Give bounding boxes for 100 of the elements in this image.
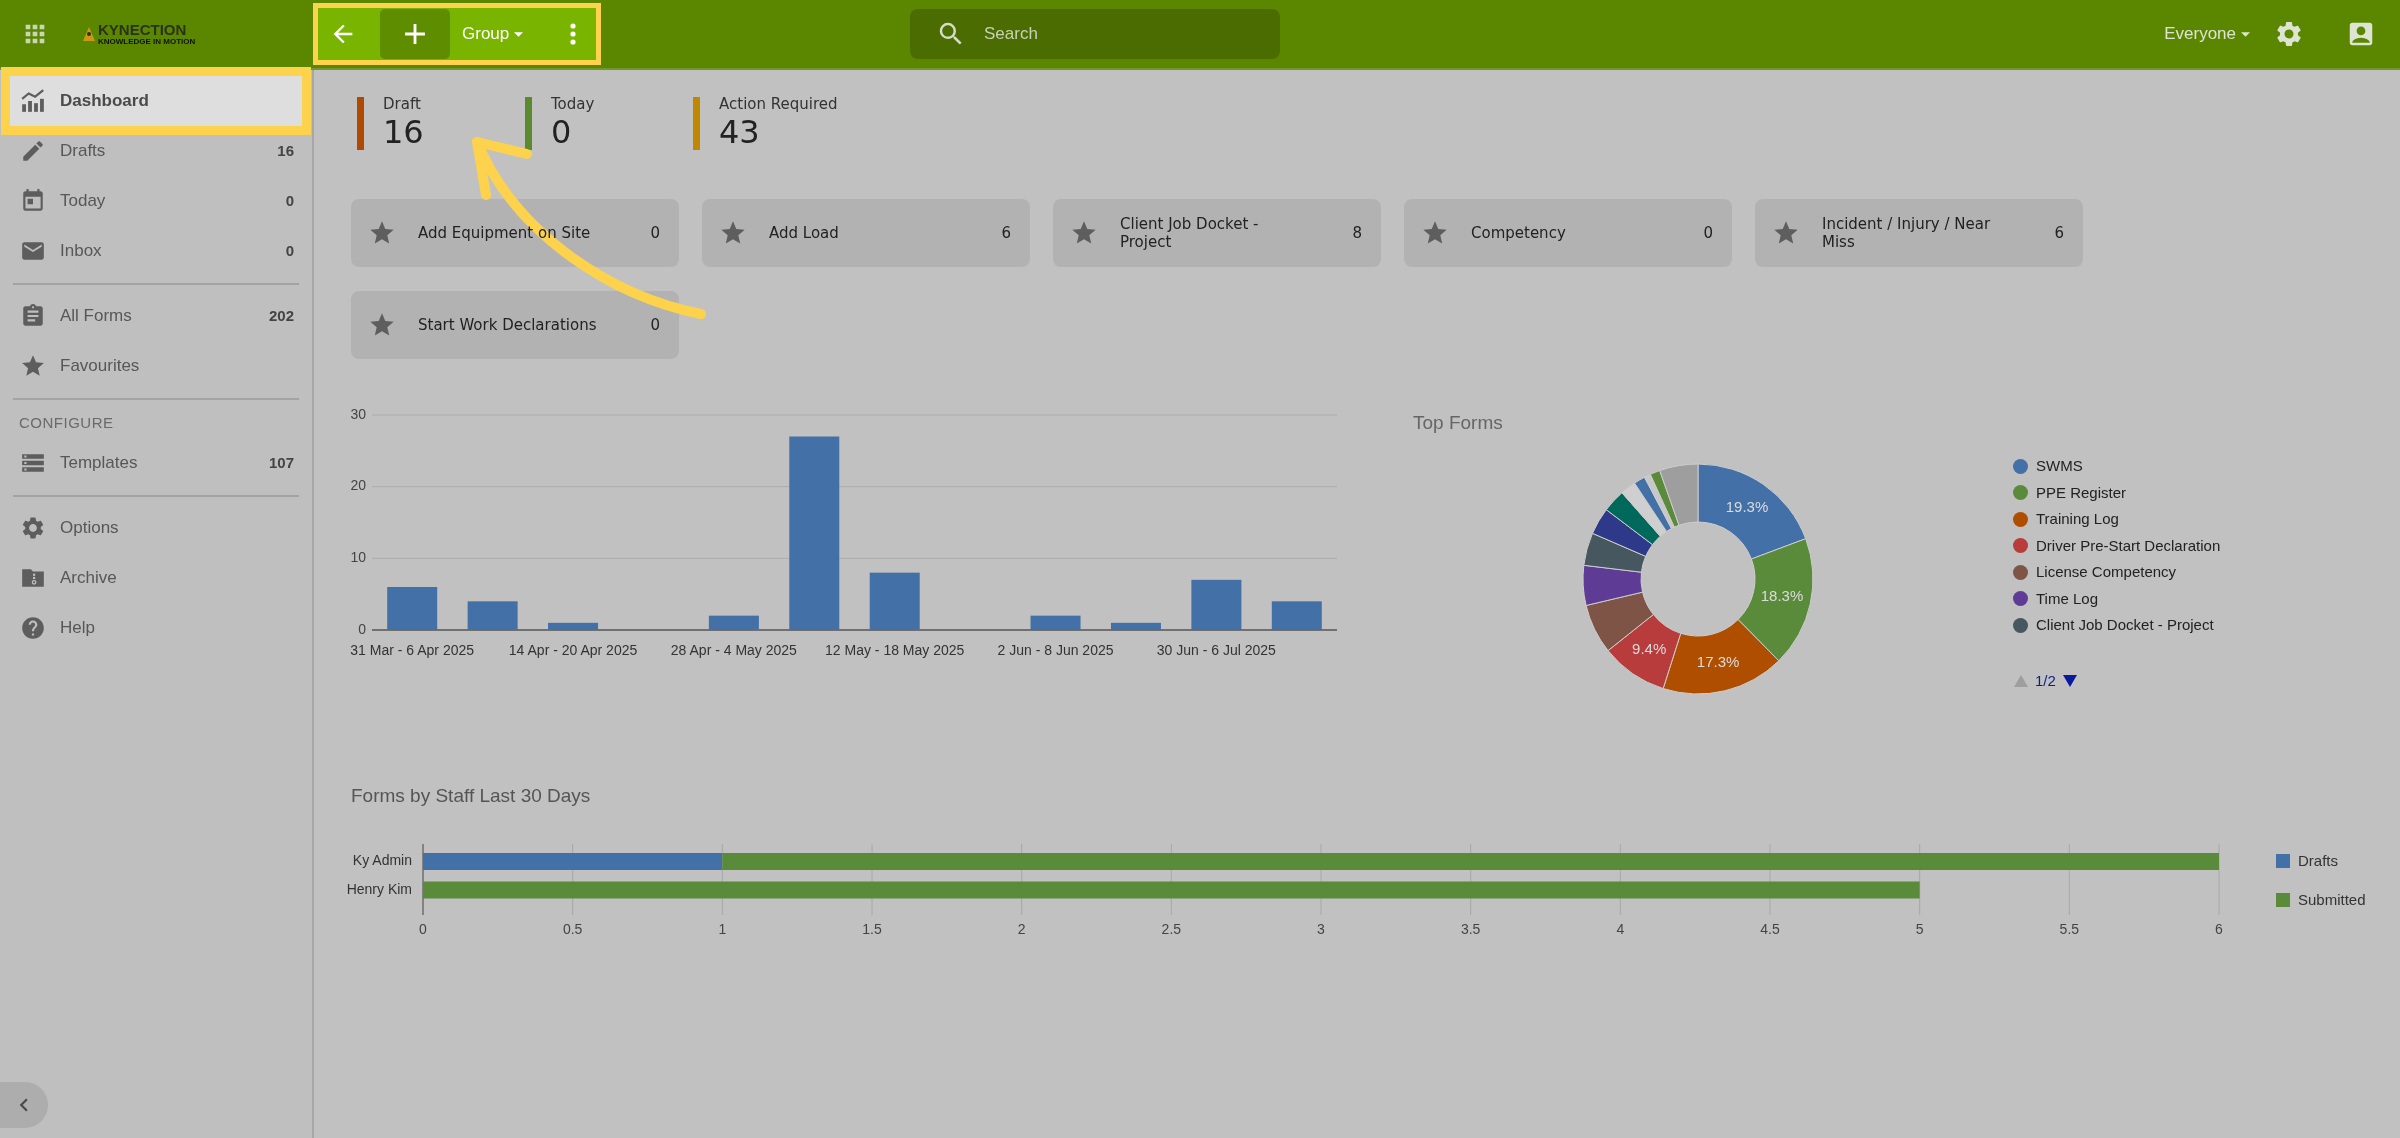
collapse-sidebar-button[interactable]	[0, 1082, 48, 1128]
form-shortcut-card[interactable]: Start Work Declarations 0	[351, 291, 679, 359]
axis-label: 4.5	[1760, 920, 1780, 937]
axis-label: 20	[350, 477, 366, 494]
sidebar-item[interactable]: Favourites	[10, 341, 302, 391]
chart-title: Top Forms	[1413, 411, 1504, 435]
pencil-icon	[20, 138, 46, 164]
slice-value-label: 17.3%	[1696, 652, 1740, 670]
chart-bar	[1030, 615, 1081, 630]
sidebar-item[interactable]: Today 0	[10, 176, 302, 226]
axis-label: 31 Mar - 6 Apr 2025	[350, 641, 475, 658]
axis-label: 4	[1616, 920, 1625, 937]
sidebar-item[interactable]: Drafts 16	[10, 126, 302, 176]
legend-label: Submitted	[2298, 890, 2366, 908]
chart-bar	[1191, 579, 1242, 630]
calendar-icon	[20, 188, 46, 214]
sidebar-item[interactable]: All Forms 202	[10, 291, 302, 341]
more-vertical-icon	[570, 23, 576, 45]
sidebar-item[interactable]: Templates 107	[10, 438, 302, 488]
legend-label: SWMS	[2036, 456, 2083, 476]
axis-label: 2.5	[1161, 920, 1182, 937]
search-field[interactable]: Search	[910, 9, 1280, 59]
axis-label: 10	[350, 549, 366, 566]
stat-value: 16	[383, 113, 424, 151]
stat-label: Draft	[383, 95, 422, 113]
axis-label: 3.5	[1460, 920, 1481, 937]
next-page-button[interactable]	[2061, 672, 2078, 689]
stat-label: Action Required	[719, 95, 838, 113]
logo-icon	[83, 27, 95, 41]
chart-bar	[467, 601, 518, 630]
stat-label: Today	[551, 95, 595, 113]
triangle-up-icon	[2014, 674, 2028, 687]
form-shortcut-card[interactable]: Add Equipment on Site 0	[351, 199, 679, 267]
axis-label: 0	[358, 620, 366, 637]
legend-label: Drafts	[2298, 851, 2338, 869]
row-label: Henry Kim	[346, 880, 412, 897]
add-button[interactable]	[380, 9, 450, 59]
row-label: Ky Admin	[352, 852, 412, 869]
legend-label: Client Job Docket - Project	[2036, 615, 2214, 635]
axis-label: 12 May - 18 May 2025	[825, 641, 965, 658]
legend-label: PPE Register	[2036, 482, 2127, 503]
axis-label: 30 Jun - 6 Jul 2025	[1156, 641, 1276, 658]
sidebar-item[interactable]: Archive	[10, 553, 302, 603]
item-count: 16	[277, 140, 294, 161]
clipboard-icon	[20, 303, 46, 329]
chart-bar	[548, 622, 599, 630]
stat-value: 43	[719, 113, 761, 151]
axis-label: 14 Apr - 20 Apr 2025	[508, 641, 638, 658]
form-shortcut-card[interactable]: Competency 0	[1404, 199, 1732, 267]
legend-label: Time Log	[2036, 588, 2098, 609]
form-count: 6	[2054, 222, 2064, 244]
axis-label: 5.5	[2059, 920, 2080, 937]
slice-value-label: 19.3%	[1725, 498, 1769, 516]
page-indicator: 1/2	[2035, 670, 2056, 691]
axis-label: 28 Apr - 4 May 2025	[670, 641, 797, 658]
form-count: 0	[1703, 222, 1713, 244]
axis-label: 1	[718, 920, 727, 937]
legend-label: Training Log	[2036, 509, 2119, 529]
logo-tagline: KNOWLEDGE IN MOTION	[98, 37, 196, 46]
sidebar-item[interactable]: Options	[10, 503, 302, 553]
item-count: 0	[285, 190, 294, 211]
chart-bar	[1271, 601, 1322, 630]
item-count: 0	[285, 240, 294, 261]
legend-label: Driver Pre-Start Declaration	[2036, 535, 2221, 556]
form-count: 0	[650, 314, 660, 336]
sidebar-item[interactable]: Inbox 0	[10, 226, 302, 276]
triangle-down-icon	[2062, 674, 2077, 687]
item-count: 202	[268, 305, 294, 326]
form-count: 6	[1001, 222, 1011, 244]
axis-label: 30	[350, 405, 366, 422]
help-icon	[20, 615, 46, 641]
axis-label: 0.5	[562, 920, 583, 937]
sidebar-item[interactable]: Help	[10, 603, 302, 653]
stat-value: 0	[551, 113, 573, 151]
form-count: 0	[650, 222, 660, 244]
form-shortcut-card[interactable]: Client Job Docket - Project 8	[1053, 199, 1381, 267]
logo-wordmark: KYNECTION	[98, 22, 188, 37]
chart-bar	[708, 615, 759, 630]
chart-bar	[869, 572, 920, 630]
form-shortcut-card[interactable]: Incident / Injury / Near Miss 6	[1755, 199, 2083, 267]
chart-icon	[20, 88, 46, 114]
settings-icon	[2274, 19, 2304, 49]
settings-button[interactable]	[2274, 19, 2304, 49]
chart-bar	[387, 587, 438, 630]
caret-icon	[2241, 31, 2250, 37]
axis-label: 2	[1017, 920, 1026, 937]
star-icon	[20, 353, 46, 379]
audience-dropdown[interactable]: Everyone	[2164, 21, 2250, 47]
axis-label: 1.5	[862, 920, 882, 937]
settings-icon	[20, 515, 46, 541]
slice-value-label: 18.3%	[1760, 587, 1804, 605]
slice-value-label: 9.4%	[1632, 639, 1667, 657]
form-shortcut-card[interactable]: Add Load 6	[702, 199, 1030, 267]
legend-label: License Competency	[2036, 562, 2177, 582]
chart-title: Forms by Staff Last 30 Days	[351, 784, 592, 808]
axis-label: 6	[2215, 920, 2223, 937]
axis-label: 3	[1317, 920, 1325, 937]
chart-bar	[1110, 622, 1161, 630]
axis-label: 2 Jun - 8 Jun 2025	[997, 641, 1114, 658]
axis-label: 0	[419, 920, 427, 937]
